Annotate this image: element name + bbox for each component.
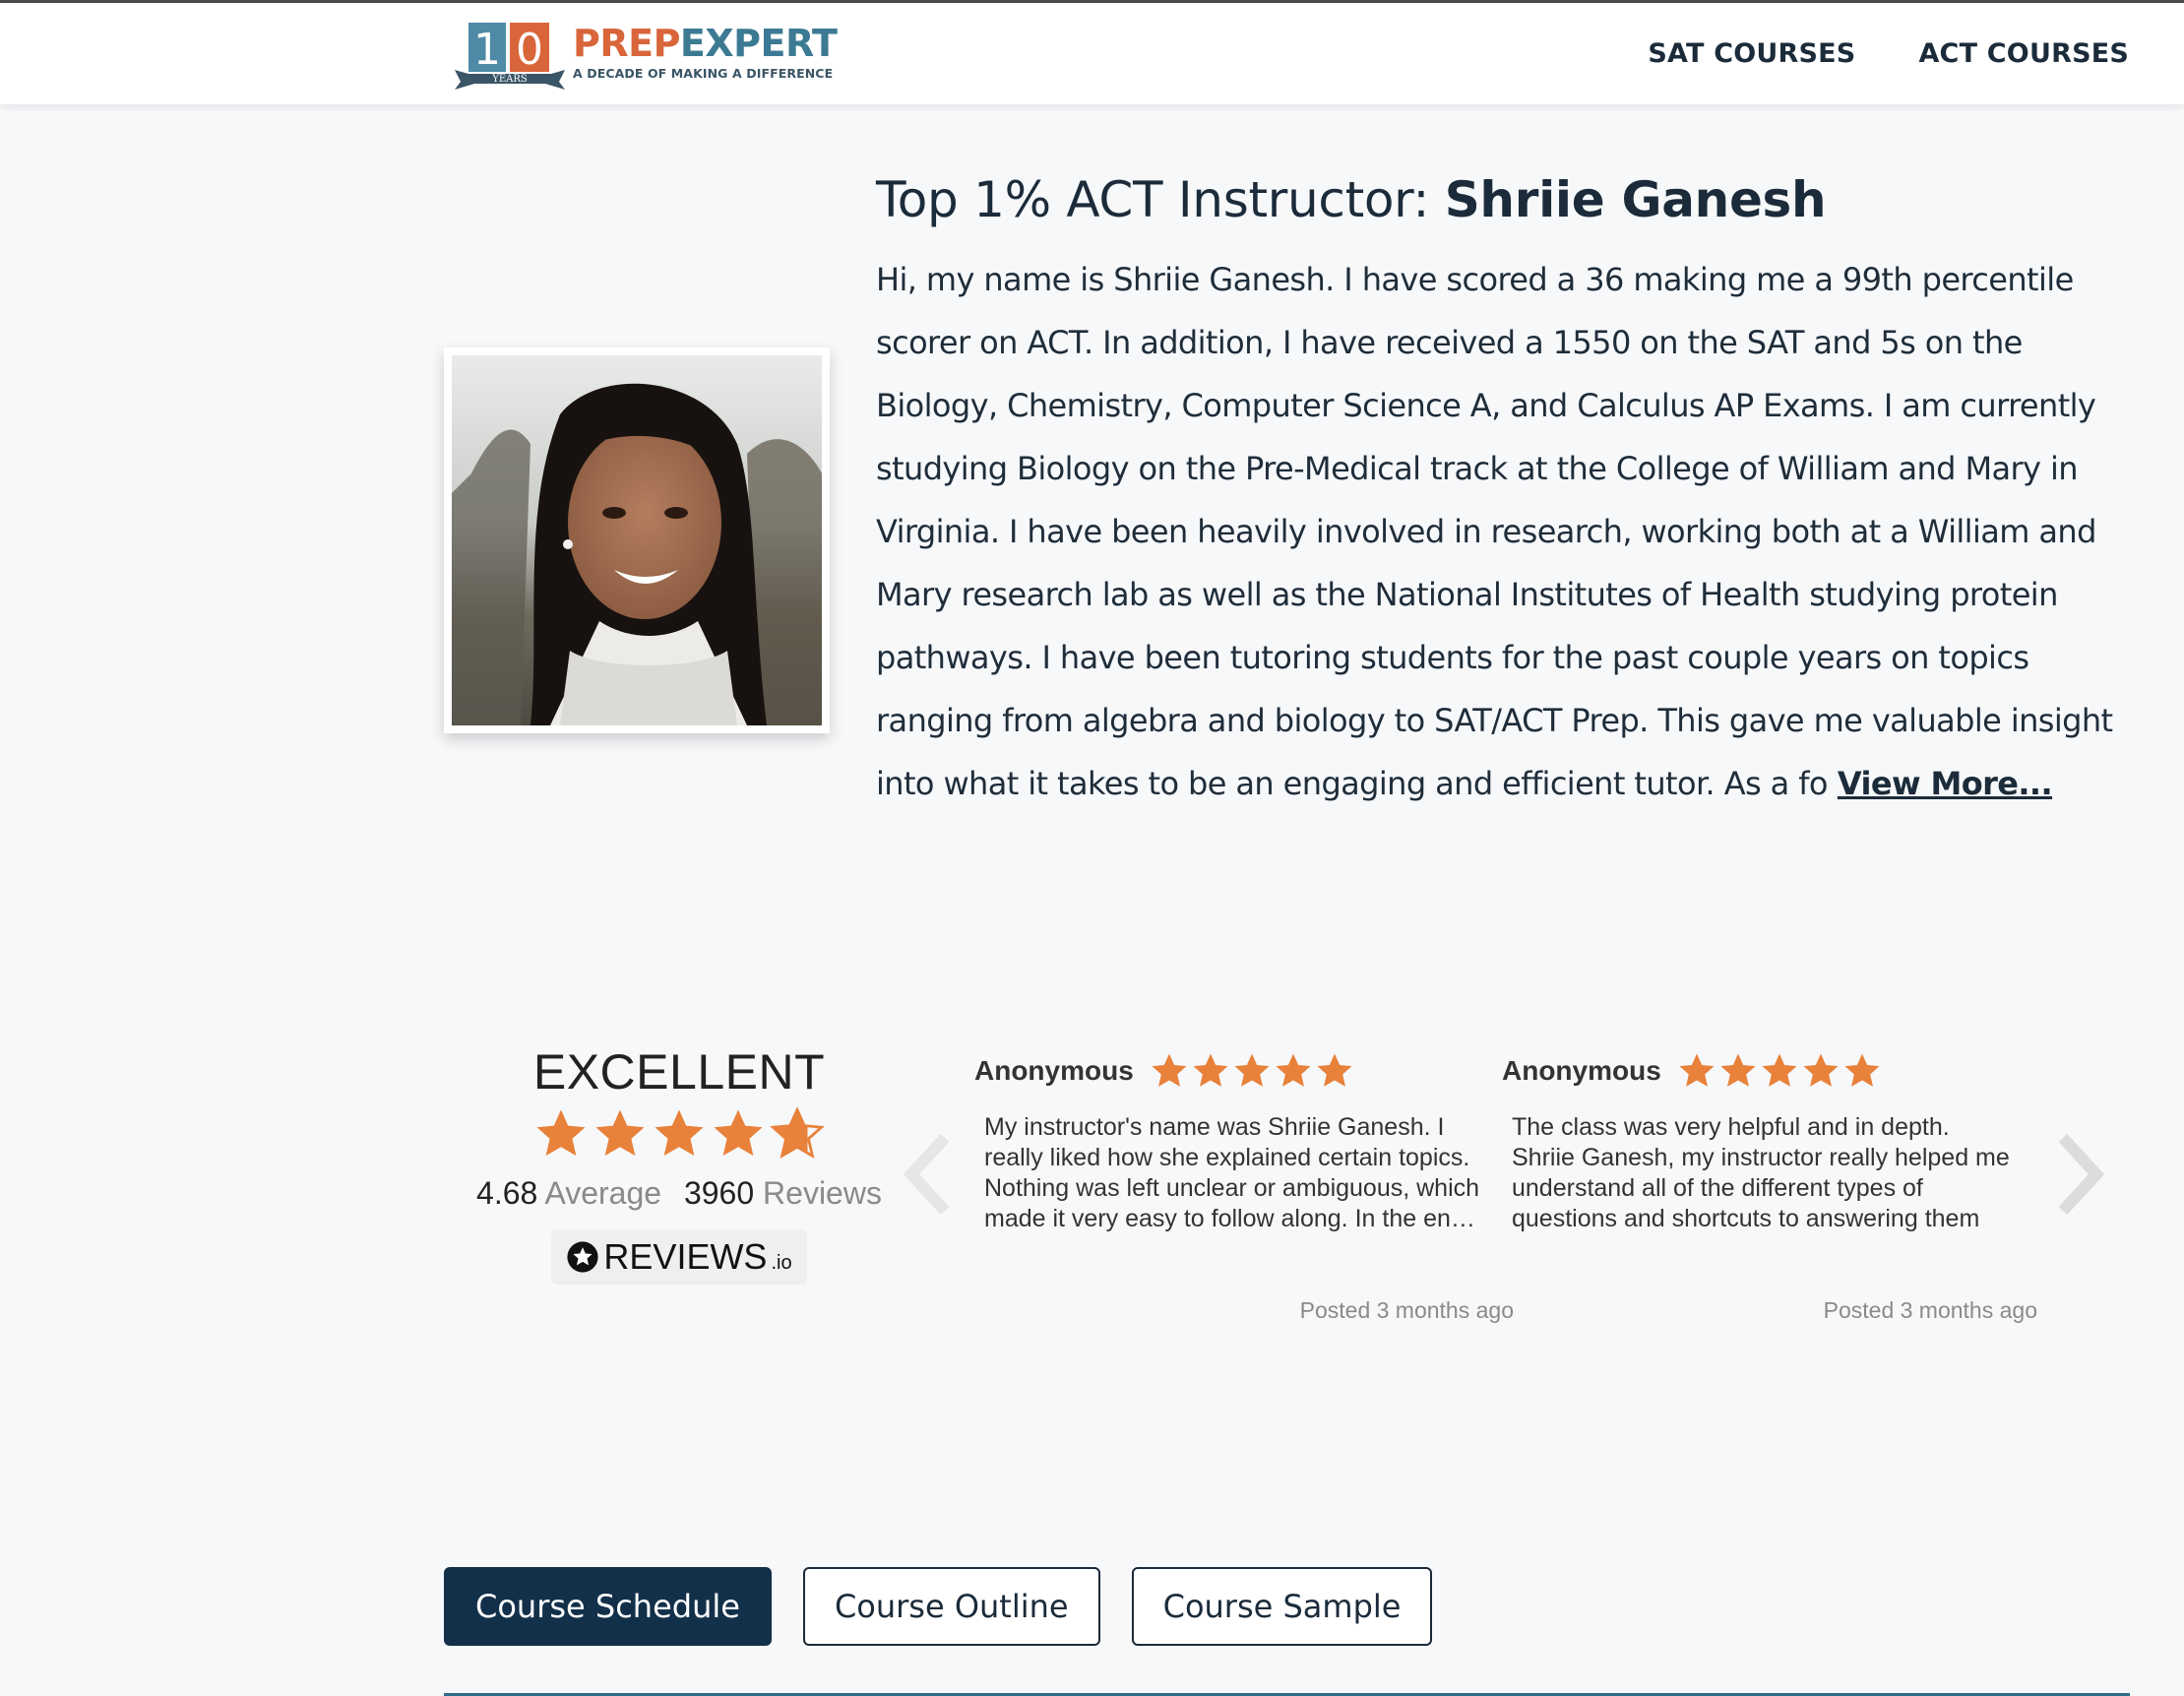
reviews-label: Reviews — [763, 1175, 882, 1211]
star-icon — [1317, 1053, 1352, 1087]
main-nav: SAT COURSES ACT COURSES — [1648, 38, 2129, 69]
nav-sat-courses[interactable]: SAT COURSES — [1648, 38, 1855, 69]
instructor-heading: Top 1% ACT Instructor: Shriie Ganesh — [876, 165, 2116, 234]
star-icon — [595, 1109, 645, 1157]
rating-word: EXCELLENT — [532, 1044, 826, 1099]
star-icon — [1720, 1053, 1756, 1087]
view-more-link[interactable]: View More... — [1838, 765, 2053, 802]
review-stars — [1677, 1051, 1882, 1091]
average-label: Average — [544, 1175, 662, 1211]
reviews-io-suffix: .io — [771, 1251, 792, 1274]
course-tabs: Course Schedule Course Outline Course Sa… — [444, 1567, 1433, 1646]
prepexpert-logo[interactable]: 1 0 YEARS PREPEXPERT A DECADE OF MAKING … — [451, 17, 838, 95]
review-card: Anonymous The class was very helpful and… — [1502, 1051, 2037, 1323]
logo-expert: EXPERT — [679, 22, 838, 65]
review-header: Anonymous — [974, 1051, 1486, 1091]
star-icon — [1803, 1053, 1839, 1087]
star-icon — [655, 1109, 704, 1157]
carousel-prev-icon[interactable] — [902, 1132, 955, 1217]
reviews-io-star-icon — [567, 1241, 599, 1273]
star-icon — [1152, 1053, 1187, 1087]
star-icon — [1679, 1053, 1715, 1087]
nav-act-courses[interactable]: ACT COURSES — [1918, 38, 2129, 69]
rating-stats: 4.68 Average 3960 Reviews — [463, 1175, 896, 1212]
review-card: Anonymous My instructor's name was Shrii… — [974, 1051, 1514, 1323]
review-author: Anonymous — [974, 1055, 1134, 1086]
reviews-io-badge[interactable]: REVIEWS .io — [551, 1229, 807, 1285]
carousel-next-icon[interactable] — [2053, 1132, 2106, 1217]
logo-tagline: A DECADE OF MAKING A DIFFERENCE — [573, 66, 834, 81]
instructor-bio: Top 1% ACT Instructor: Shriie Ganesh Hi,… — [876, 165, 2116, 815]
star-icon — [536, 1109, 586, 1157]
review-count: 3960 — [683, 1175, 755, 1211]
star-icon — [714, 1109, 763, 1157]
instructor-photo — [452, 355, 822, 725]
review-author: Anonymous — [1502, 1055, 1661, 1086]
bio-body: Hi, my name is Shriie Ganesh. I have sco… — [876, 261, 2113, 802]
badge-number-one: 1 — [473, 25, 501, 75]
instructor-name: Shriie Ganesh — [1444, 171, 1827, 228]
logo-wordmark: PREPEXPERT — [573, 22, 838, 65]
review-date: Posted 3 months ago — [1823, 1297, 2037, 1323]
review-text: My instructor's name was Shriie Ganesh. … — [984, 1113, 1480, 1232]
review-stars — [1150, 1051, 1354, 1091]
star-icon — [1844, 1053, 1880, 1087]
logo-prep: PREP — [573, 22, 680, 65]
review-date: Posted 3 months ago — [1299, 1297, 1514, 1323]
tab-course-sample[interactable]: Course Sample — [1131, 1567, 1433, 1646]
ten-years-badge-icon: 1 0 YEARS — [455, 23, 565, 90]
star-icon — [1193, 1053, 1228, 1087]
average-value: 4.68 — [476, 1175, 538, 1211]
instructor-bio-text: Hi, my name is Shriie Ganesh. I have sco… — [876, 248, 2116, 815]
summary-stars — [463, 1106, 896, 1162]
star-icon — [1276, 1053, 1311, 1087]
review-text: The class was very helpful and in depth.… — [1512, 1113, 2010, 1232]
tab-course-schedule[interactable]: Course Schedule — [444, 1567, 772, 1646]
instructor-photo-frame — [444, 347, 830, 733]
tab-course-outline[interactable]: Course Outline — [802, 1567, 1100, 1646]
star-icon — [1234, 1053, 1270, 1087]
badge-number-zero: 0 — [516, 25, 543, 75]
reviews-summary: EXCELLENT 4.68 Average 3960 Reviews REVI… — [463, 1043, 896, 1285]
star-icon — [1762, 1053, 1797, 1087]
site-header: 1 0 YEARS PREPEXPERT A DECADE OF MAKING … — [0, 0, 2184, 104]
review-header: Anonymous — [1502, 1051, 2014, 1091]
instructor-title-prefix: Top 1% ACT Instructor: — [876, 171, 1445, 228]
reviews-io-name: REVIEWS — [603, 1236, 768, 1277]
badge-years-label: YEARS — [491, 74, 528, 85]
partial-star-icon — [770, 1106, 825, 1159]
